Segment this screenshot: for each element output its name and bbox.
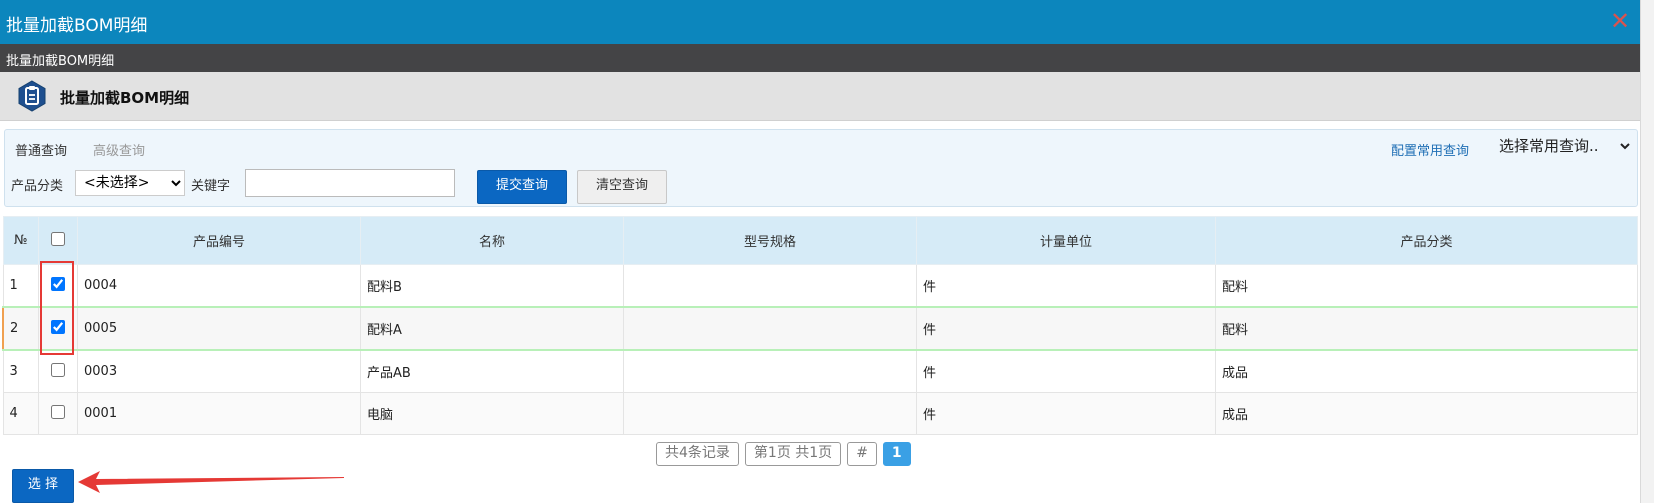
page-header: 批量加截BOM明细 [0,72,1640,121]
dialog-window: 批量加截BOM明细 ✕ 批量加截BOM明细 批量加截BOM明细 普通查询 高级查… [0,0,1641,503]
sub-header-title: 批量加截BOM明细 [6,54,115,69]
row-checkbox-cell [38,264,78,308]
cell-code: 0004 [77,264,361,308]
table-row[interactable]: 2 0005 配料A 件 配料 [2,306,1638,351]
row-num: 1 [2,264,39,308]
annotation-arrow-icon [78,471,344,493]
table-row[interactable]: 1 0004 配料B 件 配料 [2,264,1638,308]
dialog-title: 批量加截BOM明细 [6,16,148,36]
cell-unit: 件 [916,392,1216,435]
cell-name: 配料A [360,306,624,351]
header-num: № [2,216,39,265]
header-category[interactable]: 产品分类 [1215,216,1638,265]
pager-total: 共4条记录 [656,442,739,466]
row-checkbox[interactable] [51,362,65,377]
cell-unit: 件 [916,306,1216,351]
cell-code: 0001 [77,392,361,435]
scrollbar-track[interactable] [1640,0,1654,503]
row-num: 3 [2,349,39,393]
table-row[interactable]: 4 0001 电脑 件 成品 [2,392,1638,435]
tab-advanced-query[interactable]: 高级查询 [93,140,145,159]
submit-query-button[interactable]: 提交查询 [477,170,567,204]
cell-name: 产品AB [360,349,624,393]
cell-unit: 件 [916,264,1216,308]
pager-hash[interactable]: # [847,442,877,466]
pagination: 共4条记录 第1页 共1页 # 1 [656,442,911,466]
pager-page-info: 第1页 共1页 [744,442,842,466]
row-checkbox[interactable] [51,404,65,419]
table-header-row: № 产品编号 名称 型号规格 计量单位 产品分类 [2,216,1638,265]
clear-query-button[interactable]: 清空查询 [577,170,667,204]
row-checkbox-cell [38,306,78,351]
cell-spec [623,349,917,393]
cell-spec [623,264,917,308]
dialog-titlebar: 批量加截BOM明细 ✕ [0,0,1640,44]
cell-name: 配料B [360,264,624,308]
pager-current-page[interactable]: 1 [882,442,911,466]
keyword-input[interactable] [245,169,455,197]
select-all-checkbox[interactable] [51,231,65,246]
cell-category: 成品 [1215,349,1638,393]
keyword-label: 关键字 [191,179,231,194]
cell-spec [623,392,917,435]
cell-code: 0003 [77,349,361,393]
row-checkbox[interactable] [51,276,65,291]
tab-basic-query[interactable]: 普通查询 [15,140,67,159]
product-table: № 产品编号 名称 型号规格 计量单位 产品分类 1 0004 配料B 件 配料… [2,216,1638,435]
common-query-select[interactable]: 选择常用查询.. [1495,134,1633,158]
category-label: 产品分类 [11,179,64,194]
cell-category: 配料 [1215,264,1638,308]
cell-spec [623,306,917,351]
cell-category: 配料 [1215,306,1638,351]
table-row[interactable]: 3 0003 产品AB 件 成品 [2,349,1638,393]
row-num: 2 [2,306,39,351]
sub-header-bar: 批量加截BOM明细 [0,44,1640,72]
clipboard-icon [18,80,46,112]
cell-category: 成品 [1215,392,1638,435]
cell-unit: 件 [916,349,1216,393]
row-checkbox-cell [38,392,78,435]
header-code[interactable]: 产品编号 [77,216,361,265]
header-spec[interactable]: 型号规格 [623,216,917,265]
row-checkbox[interactable] [51,319,65,334]
category-select[interactable]: <未选择> [75,170,185,196]
row-checkbox-cell [38,349,78,393]
cell-code: 0005 [77,306,361,351]
config-common-query-link[interactable]: 配置常用查询 [1391,140,1469,159]
cell-name: 电脑 [360,392,624,435]
header-name[interactable]: 名称 [360,216,624,265]
header-unit[interactable]: 计量单位 [916,216,1216,265]
row-num: 4 [2,392,39,435]
page-title: 批量加截BOM明细 [60,89,190,107]
header-select-all [38,216,78,265]
select-button[interactable]: 选 择 [12,469,74,503]
query-panel: 普通查询 高级查询 配置常用查询 选择常用查询.. 产品分类 <未选择> 关键字… [4,129,1638,207]
close-icon[interactable]: ✕ [1608,9,1632,33]
